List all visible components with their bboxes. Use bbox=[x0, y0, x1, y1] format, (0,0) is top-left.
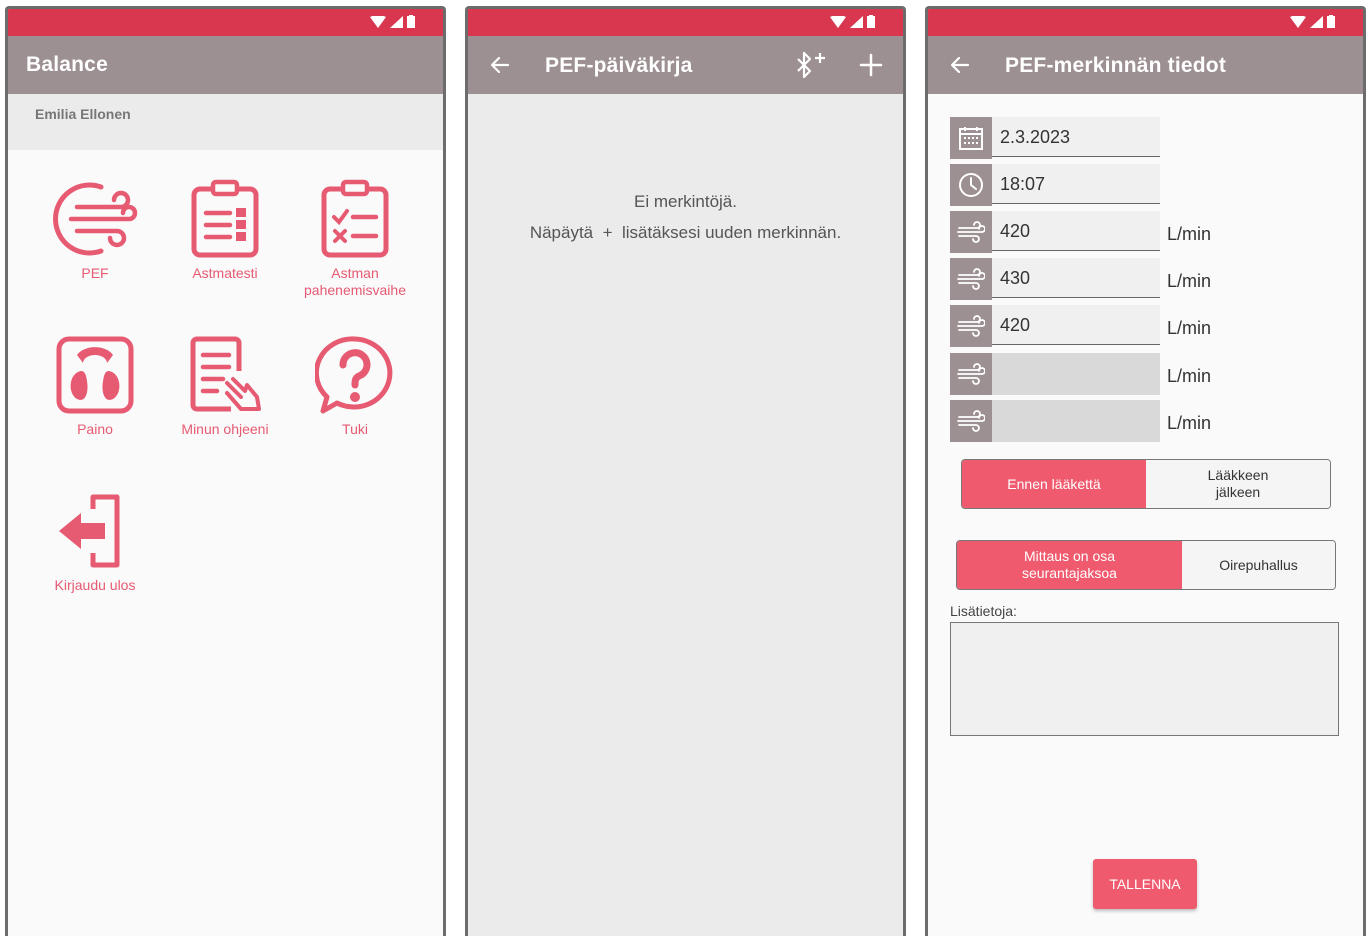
scale-icon bbox=[56, 336, 134, 414]
pef-reading-field[interactable]: 430 bbox=[992, 258, 1160, 298]
back-arrow-icon[interactable] bbox=[948, 53, 972, 77]
clipboard-check-icon bbox=[321, 179, 389, 258]
pef-reading-field[interactable]: 420 bbox=[992, 211, 1160, 251]
before-medication-option[interactable]: Ennen lääkettä bbox=[962, 460, 1146, 508]
phone-screen-pef-diary: PEF-päiväkirja Ei merkintöjä. Näpäytä + … bbox=[465, 6, 906, 936]
status-bar bbox=[468, 9, 903, 36]
menu-item-label: PEF bbox=[81, 265, 109, 281]
wind-icon bbox=[53, 182, 138, 256]
save-button[interactable]: TALLENNA bbox=[1093, 859, 1197, 909]
wind-icon bbox=[957, 363, 985, 385]
calendar-icon bbox=[959, 127, 983, 150]
app-title: Balance bbox=[26, 53, 108, 76]
unit-label: L/min bbox=[1167, 271, 1212, 291]
menu-item-minun-ohjeeni[interactable]: Minun ohjeeni bbox=[160, 335, 290, 438]
menu-item-paino[interactable]: Paino bbox=[30, 335, 160, 438]
empty-state-hint: Näpäytä + lisätäksesi uuden merkinnän. bbox=[529, 223, 842, 242]
battery-icon bbox=[1327, 15, 1335, 28]
unit-label: L/min bbox=[1167, 224, 1212, 244]
document-hand-icon bbox=[190, 336, 261, 412]
symptom-option[interactable]: Oirepuhallus bbox=[1182, 541, 1335, 589]
menu-item-label: Paino bbox=[77, 421, 113, 437]
add-entry-icon[interactable] bbox=[859, 53, 883, 77]
date-field[interactable]: 2.3.2023 bbox=[992, 117, 1160, 157]
question-bubble-icon bbox=[315, 336, 393, 414]
signal-icon bbox=[1310, 15, 1323, 28]
pef-reading-field[interactable] bbox=[992, 400, 1160, 442]
app-bar: Balance bbox=[8, 36, 443, 94]
clock-icon bbox=[959, 173, 983, 197]
wind-icon bbox=[957, 221, 985, 243]
menu-item-label: Minun ohjeeni bbox=[181, 421, 269, 437]
wind-icon bbox=[957, 410, 985, 432]
wifi-icon bbox=[830, 15, 846, 28]
signal-icon bbox=[390, 15, 403, 28]
time-field[interactable]: 18:07 bbox=[992, 164, 1160, 204]
menu-item-astman-pahenemisvaihe[interactable]: Astman pahenemisvaihe bbox=[290, 179, 420, 299]
measurement-type-toggle: Mittaus on osa seurantajaksoa Oirepuhall… bbox=[956, 540, 1336, 590]
wifi-icon bbox=[1290, 15, 1306, 28]
menu-item-pef[interactable]: PEF bbox=[30, 179, 160, 282]
phone-screen-home: Balance Emilia Ellonen PEF Astmatesti As… bbox=[5, 6, 446, 936]
phone-screen-pef-entry: PEF-merkinnän tiedot 2.3.2023 18:07 420 … bbox=[925, 6, 1366, 936]
wifi-icon bbox=[370, 15, 386, 28]
back-arrow-icon[interactable] bbox=[488, 53, 512, 77]
clipboard-list-icon bbox=[191, 179, 259, 258]
wind-icon bbox=[957, 268, 985, 290]
battery-icon bbox=[407, 15, 415, 28]
logout-icon bbox=[59, 494, 120, 568]
empty-state: Ei merkintöjä. Näpäytä + lisätäksesi uud… bbox=[468, 186, 903, 248]
status-bar bbox=[928, 9, 1363, 36]
followup-option[interactable]: Mittaus on osa seurantajaksoa bbox=[957, 541, 1182, 589]
pef-reading-field[interactable]: 420 bbox=[992, 305, 1160, 345]
pef-reading-field[interactable] bbox=[992, 353, 1160, 395]
page-title: PEF-merkinnän tiedot bbox=[1005, 54, 1227, 77]
empty-state-title: Ei merkintöjä. bbox=[634, 192, 737, 211]
unit-label: L/min bbox=[1167, 318, 1212, 338]
menu-item-label: Tuki bbox=[342, 421, 368, 437]
signal-icon bbox=[850, 15, 863, 28]
status-bar bbox=[8, 9, 443, 36]
unit-label: L/min bbox=[1167, 366, 1212, 386]
after-medication-option[interactable]: Lääkkeen jälkeen bbox=[1146, 460, 1330, 508]
battery-icon bbox=[867, 15, 875, 28]
notes-label: Lisätietoja: bbox=[950, 603, 1017, 619]
menu-item-label: Astman pahenemisvaihe bbox=[304, 265, 406, 298]
medication-toggle: Ennen lääkettä Lääkkeen jälkeen bbox=[961, 459, 1331, 509]
wind-icon bbox=[957, 315, 985, 337]
menu-item-label: Kirjaudu ulos bbox=[54, 577, 136, 593]
menu-item-kirjaudu-ulos[interactable]: Kirjaudu ulos bbox=[30, 491, 160, 594]
app-bar: PEF-merkinnän tiedot bbox=[928, 36, 1363, 94]
menu-item-label: Astmatesti bbox=[192, 265, 258, 281]
unit-label: L/min bbox=[1167, 413, 1212, 433]
menu-item-astmatesti[interactable]: Astmatesti bbox=[160, 179, 290, 282]
page-title: PEF-päiväkirja bbox=[545, 54, 693, 77]
menu-item-tuki[interactable]: Tuki bbox=[290, 335, 420, 438]
app-bar: PEF-päiväkirja bbox=[468, 36, 903, 94]
notes-textarea[interactable] bbox=[950, 622, 1339, 736]
bluetooth-add-icon[interactable] bbox=[793, 51, 829, 79]
user-name: Emilia Ellonen bbox=[8, 94, 443, 150]
